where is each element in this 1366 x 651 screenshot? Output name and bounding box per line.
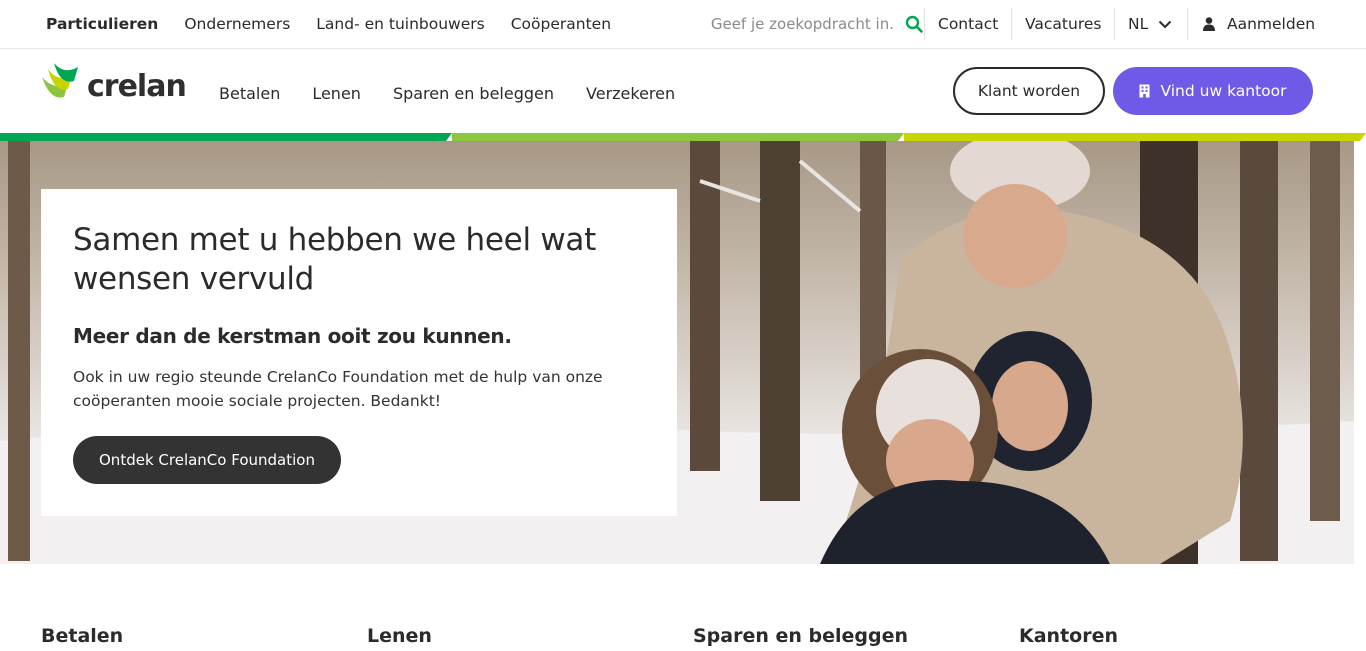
nav-item-sparen-beleggen[interactable]: Sparen en beleggen [393,84,554,103]
segment-link-particulieren[interactable]: Particulieren [46,15,158,33]
login-label: Aanmelden [1227,15,1316,33]
main-header: crelan Betalen Lenen Sparen en beleggen … [0,49,1366,133]
brand-stripe-lime [452,133,904,141]
vacatures-link[interactable]: Vacatures [1011,8,1101,40]
hero-body: Ook in uw regio steunde CrelanCo Foundat… [73,368,603,410]
hero-card: Samen met u hebben we heel wat wensen ve… [41,189,677,516]
contact-label: Contact [938,15,999,33]
nav-item-verzekeren[interactable]: Verzekeren [586,84,675,103]
segment-link-ondernemers[interactable]: Ondernemers [184,15,290,33]
vacatures-label: Vacatures [1025,15,1102,33]
vind-kantoor-label: Vind uw kantoor [1160,82,1287,100]
brand-stripe-yellow [904,133,1366,141]
crelanco-foundation-button[interactable]: Ontdek CrelanCo Foundation [73,436,341,484]
contact-link[interactable]: Contact [924,8,998,40]
crelan-logo-mark-icon [42,63,78,98]
building-icon [1139,84,1150,98]
footer-heading-betalen[interactable]: Betalen [41,625,123,647]
language-label: NL [1128,15,1149,33]
chevron-down-icon [1158,20,1172,29]
search-input[interactable] [704,15,894,33]
segment-link-cooperanten[interactable]: Coöperanten [511,15,611,33]
search-box [686,0,924,48]
language-selector[interactable]: NL [1114,8,1172,40]
logo-wordmark: crelan [87,69,187,104]
brand-stripe-green [0,133,452,141]
crelan-logo[interactable]: crelan [40,61,187,105]
hero-banner: Samen met u hebben we heel wat wensen ve… [0,141,1354,564]
user-icon [1203,17,1215,31]
segment-link-land-tuinbouwers[interactable]: Land- en tuinbouwers [316,15,484,33]
klant-worden-button[interactable]: Klant worden [953,67,1105,115]
top-utility-bar: Particulieren Ondernemers Land- en tuinb… [0,0,1366,49]
footer-heading-lenen[interactable]: Lenen [367,625,432,647]
hero-subtitle: Meer dan de kerstman ooit zou kunnen. [73,324,512,348]
login-link[interactable]: Aanmelden [1187,8,1315,40]
hero-title: Samen met u hebben we heel wat wensen ve… [73,222,596,297]
segment-nav: Particulieren Ondernemers Land- en tuinb… [46,0,637,48]
search-icon[interactable] [904,14,924,34]
vind-kantoor-button[interactable]: Vind uw kantoor [1113,67,1313,115]
main-nav: Betalen Lenen Sparen en beleggen Verzeke… [219,49,707,137]
brand-stripe [0,133,1366,141]
nav-item-betalen[interactable]: Betalen [219,84,280,103]
nav-item-lenen[interactable]: Lenen [312,84,361,103]
footer-heading-sparen-beleggen[interactable]: Sparen en beleggen [693,625,908,647]
footer-heading-kantoren[interactable]: Kantoren [1019,625,1118,647]
